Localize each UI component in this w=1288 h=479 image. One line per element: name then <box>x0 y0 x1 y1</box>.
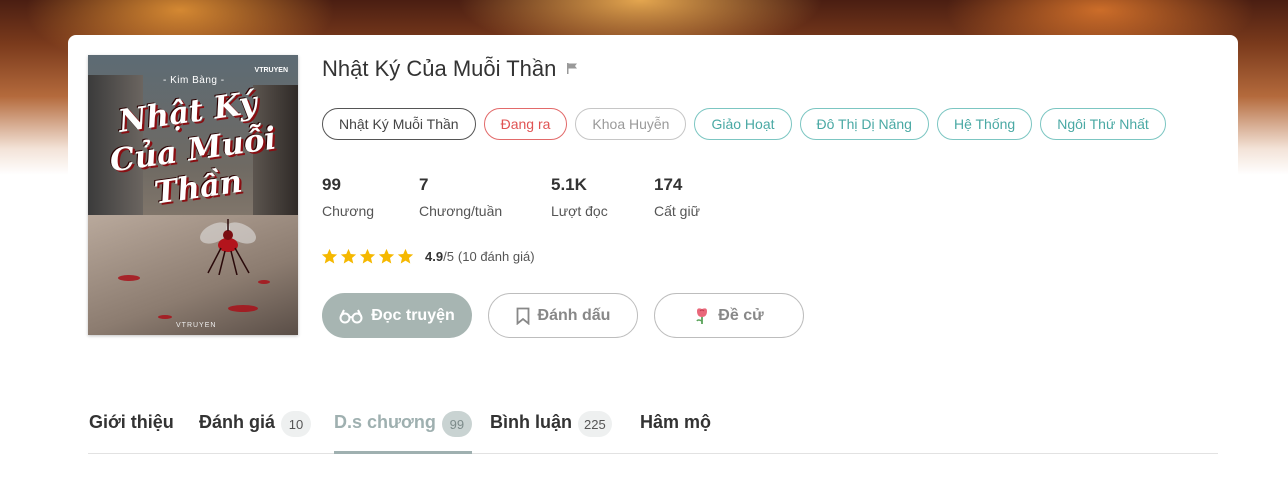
tag-trait[interactable]: Giảo Hoạt <box>694 108 792 140</box>
stat-label: Cất giữ <box>654 203 700 219</box>
report-flag-icon[interactable] <box>566 62 578 74</box>
book-cover[interactable]: - Kim Bàng - VTRUYEN Nhật Ký Của Muỗi Th… <box>88 55 298 335</box>
tag-system[interactable]: Hệ Thống <box>936 108 1033 140</box>
tag-status[interactable]: Đang ra <box>483 108 568 140</box>
rose-icon <box>696 307 708 324</box>
star-icon <box>340 248 357 264</box>
nominate-button-label: Đề cử <box>718 306 764 324</box>
tag-category[interactable]: Khoa Huyễn <box>575 108 687 140</box>
cover-brand-watermark: VTRUYEN <box>176 322 217 329</box>
stat-value: 5.1K <box>551 175 587 194</box>
stat-value: 99 <box>322 175 341 194</box>
stat-label: Lượt đọc <box>551 203 608 219</box>
star-icon <box>378 248 395 264</box>
cover-brand-logo: VTRUYEN <box>254 67 288 74</box>
tab-label: D.s chương <box>334 412 436 432</box>
tag-list: Nhật Ký Muỗi Thần Đang ra Khoa Huyễn Giả… <box>322 108 1166 140</box>
tab-label: Hâm mộ <box>640 412 712 432</box>
glasses-icon <box>339 309 363 323</box>
cover-splatter <box>118 275 140 281</box>
rating-count: (10 đánh giá) <box>457 249 535 264</box>
nominate-button[interactable]: Đề cử <box>654 293 804 338</box>
stat-value: 174 <box>654 175 683 194</box>
tab-introduction[interactable]: Giới thiệu <box>89 406 174 454</box>
cover-splatter <box>228 305 258 312</box>
cover-splatter <box>158 315 172 319</box>
tab-label: Giới thiệu <box>89 412 174 432</box>
tag-series[interactable]: Nhật Ký Muỗi Thần <box>322 108 476 140</box>
stat-saved: 174 Cất giữ <box>654 175 700 219</box>
tab-label: Đánh giá <box>199 412 276 432</box>
stat-chapters: 99 Chương <box>322 175 374 219</box>
read-button-label: Đọc truyện <box>371 306 455 324</box>
book-title: Nhật Ký Của Muỗi Thần <box>322 56 557 81</box>
stat-views: 5.1K Lượt đọc <box>551 175 608 219</box>
tab-label: Bình luận <box>490 412 572 432</box>
stat-label: Chương <box>322 203 375 219</box>
tab-bar: Giới thiệu Đánh giá 10 D.s chương 99 Bìn… <box>88 406 1218 454</box>
tab-chapter-list[interactable]: D.s chương 99 <box>334 406 472 454</box>
bookmark-button[interactable]: Đánh dấu <box>488 293 638 338</box>
stat-chapters-per-week: 7 Chương/tuần <box>419 175 502 219</box>
rating-out-of: /5 <box>443 249 454 264</box>
stat-label: Chương/tuần <box>419 203 503 219</box>
tab-count-badge: 10 <box>281 411 312 437</box>
tag-perspective[interactable]: Ngôi Thứ Nhất <box>1040 108 1166 140</box>
tab-count-badge: 99 <box>441 411 472 437</box>
rating-score: 4.9 <box>425 249 444 264</box>
mosquito-illustration <box>200 219 256 275</box>
star-icon <box>321 248 338 264</box>
tag-genre[interactable]: Đô Thị Dị Năng <box>799 108 929 140</box>
rating-summary: 4.9 /5 (10 đánh giá) <box>321 248 535 265</box>
bookmark-icon <box>516 307 529 325</box>
tab-reviews[interactable]: Đánh giá 10 <box>199 406 312 454</box>
star-icon <box>359 248 376 264</box>
tab-comments[interactable]: Bình luận 225 <box>490 406 612 454</box>
stat-value: 7 <box>419 175 429 194</box>
read-button[interactable]: Đọc truyện <box>322 293 472 338</box>
cover-splatter <box>258 280 270 284</box>
bookmark-button-label: Đánh dấu <box>537 306 611 324</box>
tab-count-badge: 225 <box>578 411 612 437</box>
cover-author: - Kim Bàng - <box>163 75 225 86</box>
star-icon <box>397 248 414 264</box>
tab-fans[interactable]: Hâm mộ <box>640 406 711 454</box>
